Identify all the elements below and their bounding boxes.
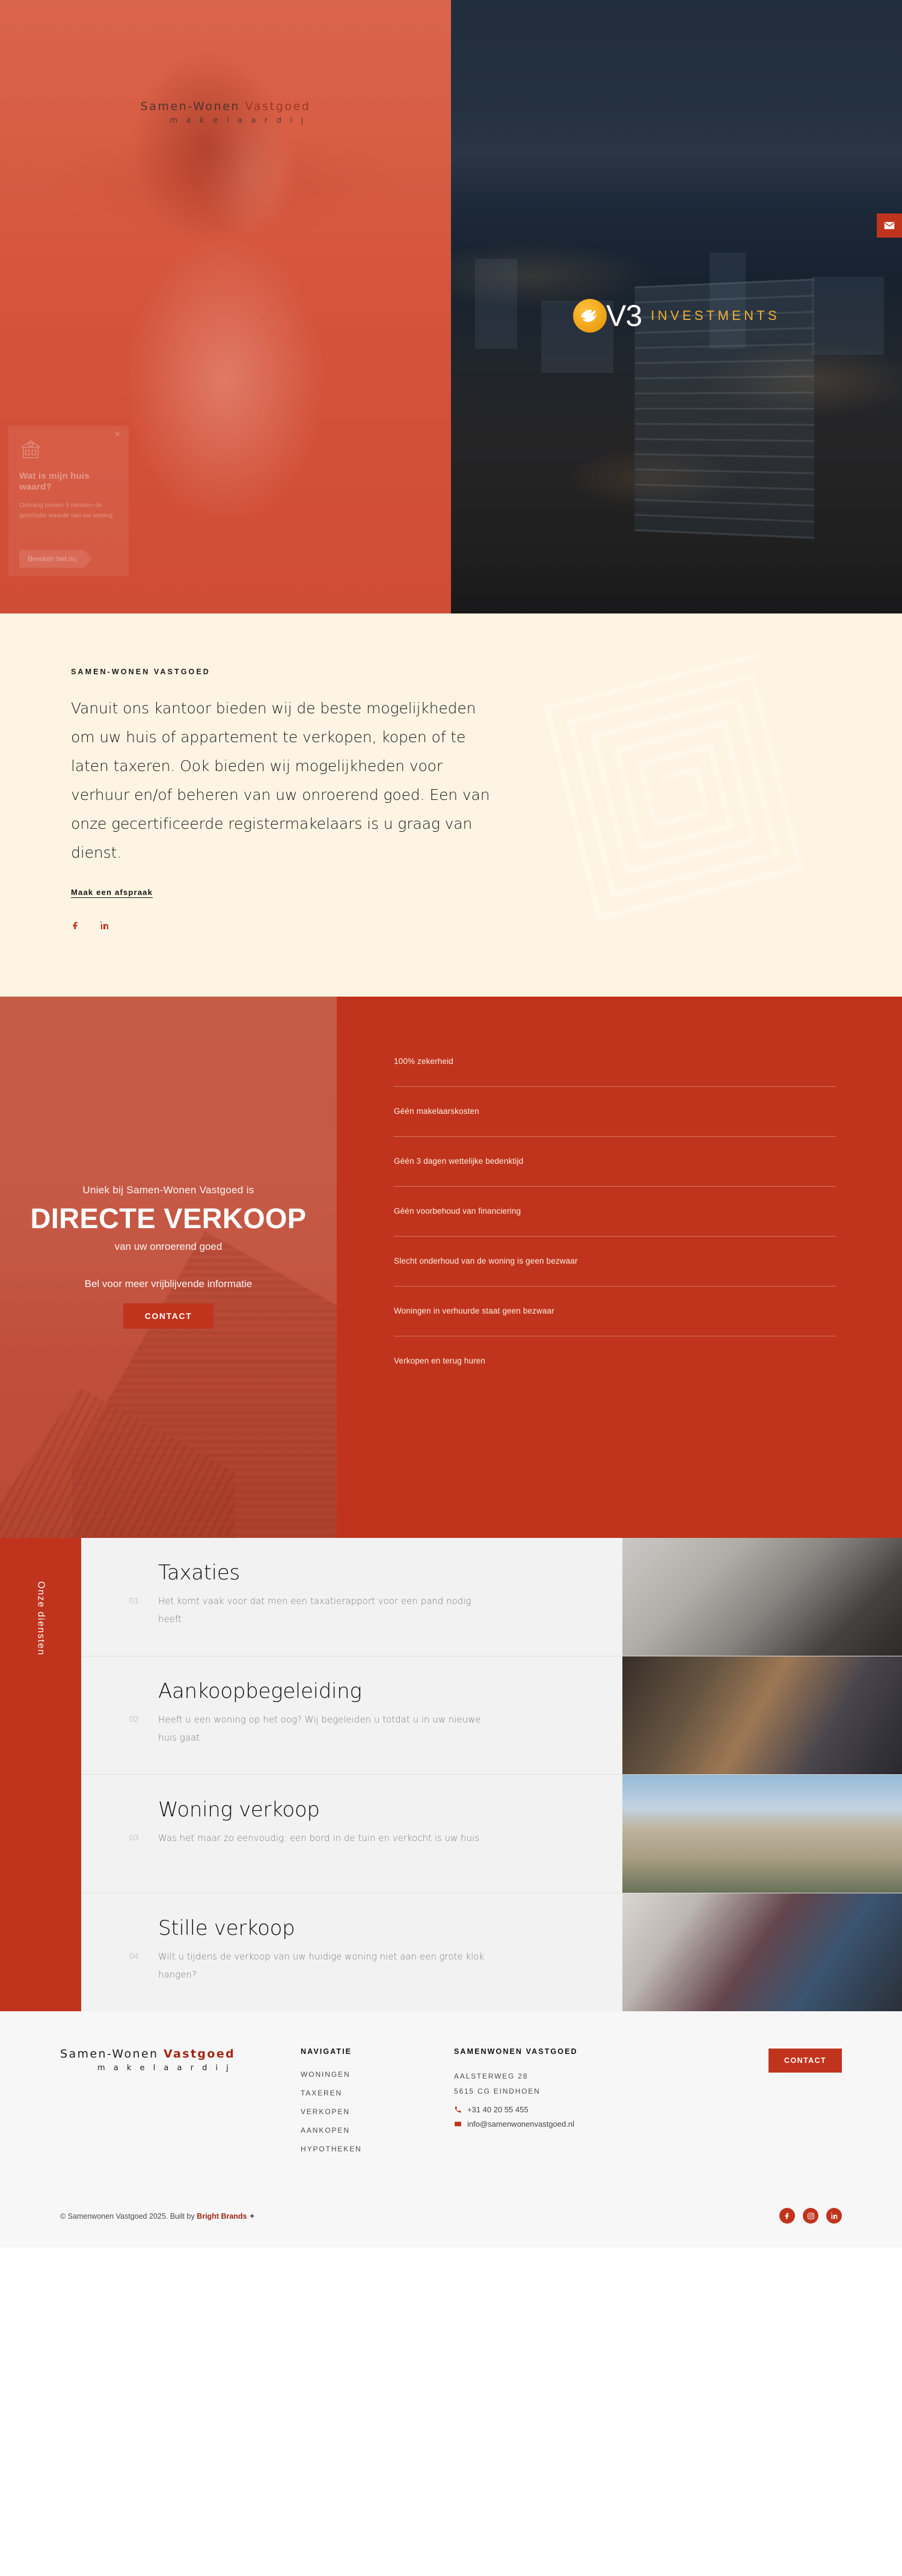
hero-left-panel: Samen-Wonen Vastgoed m a k e l a a r d i… xyxy=(0,0,451,613)
footer-brand-logo: Samen-Wonen Vastgoed m a k e l a a r d i… xyxy=(60,2047,301,2073)
copyright-prefix: © Samenwonen Vastgoed 2025. Built by xyxy=(60,2212,197,2221)
service-title: Woning verkoop xyxy=(158,1798,320,1822)
service-number: 02 xyxy=(129,1714,139,1724)
hero-right-panel: V3 INVESTMENTS xyxy=(451,0,902,613)
service-description: Wilt u tijdens de verkoop van uw huidige… xyxy=(158,1951,485,1980)
footer-phone-link[interactable]: +31 40 20 55 455 xyxy=(454,2105,754,2114)
direct-sale-title: DIRECTE VERKOOP xyxy=(30,1202,307,1234)
widget-title: Wat is mijn huis waard? xyxy=(19,471,90,493)
hero-section: Samen-Wonen Vastgoed m a k e l a a r d i… xyxy=(0,0,902,613)
direct-sale-section: Uniek bij Samen-Wonen Vastgoed is DIRECT… xyxy=(0,997,902,1538)
direct-sale-kicker: Uniek bij Samen-Wonen Vastgoed is xyxy=(82,1184,254,1196)
home-value-widget[interactable]: × Wat is mijn huis waard? Ontvang binnen… xyxy=(8,426,129,576)
service-image-valuation xyxy=(622,1538,902,1656)
close-icon[interactable]: × xyxy=(112,429,123,440)
footer-email-link[interactable]: info@samenwonenvastgoed.nl xyxy=(454,2120,754,2129)
hero-brand-logo: Samen-Wonen Vastgoed m a k e l a a r d i… xyxy=(0,100,451,125)
benefit-item: Géén 3 dagen wettelijke bedenktijd xyxy=(394,1157,836,1187)
footer-link-verkopen[interactable]: VERKOPEN xyxy=(301,2107,350,2116)
footer-logo-primary: Samen-Wonen xyxy=(60,2047,164,2061)
footer-social-links xyxy=(779,2208,842,2224)
benefit-item: Woningen in verhuurde staat geen bezwaar xyxy=(394,1306,836,1336)
service-description: Heeft u een woning op het oog? Wij begel… xyxy=(158,1714,481,1743)
benefit-item: Géén voorbehoud van financiering xyxy=(394,1207,836,1237)
footer-link-hypotheken[interactable]: HYPOTHEKEN xyxy=(301,2145,362,2153)
service-image-couple xyxy=(622,1893,902,2011)
footer-contact-heading: SAMENWONEN VASTGOED xyxy=(454,2047,578,2056)
service-image-advisors xyxy=(622,1656,902,1774)
footer-address-line2: 5615 CG EINDHOEN xyxy=(454,2087,541,2096)
linkedin-icon[interactable] xyxy=(100,921,109,930)
make-appointment-link[interactable]: Maak een afspraak xyxy=(71,888,153,897)
v3-subtitle: INVESTMENTS xyxy=(651,308,780,323)
benefit-item: Géén makelaarskosten xyxy=(394,1107,836,1137)
service-title: Aankoopbegeleiding xyxy=(158,1679,362,1703)
footer-contact-button[interactable]: CONTACT xyxy=(769,2049,842,2073)
intro-eyebrow: SAMEN-WONEN VASTGOED xyxy=(71,668,210,676)
widget-subtitle: Ontvang binnen 5 minuten de geschatte wa… xyxy=(19,501,113,519)
facebook-icon[interactable] xyxy=(71,921,81,930)
envelope-icon xyxy=(455,2122,461,2127)
instagram-icon[interactable] xyxy=(803,2208,818,2224)
copyright-brand[interactable]: Bright Brands xyxy=(197,2212,247,2221)
services-rail: Onze diensten xyxy=(0,1538,81,2011)
intro-social-links xyxy=(71,921,902,930)
footer-contact-block: SAMENWONEN VASTGOED AALSTERWEG 28 5615 C… xyxy=(454,2047,754,2134)
footer-nav-heading: NAVIGATIE xyxy=(301,2047,352,2056)
intro-section: SAMEN-WONEN VASTGOED Vanuit ons kantoor … xyxy=(0,613,902,997)
footer-link-taxeren[interactable]: TAXEREN xyxy=(301,2089,342,2097)
benefit-item: 100% zekerheid xyxy=(394,1057,836,1087)
service-image-houses xyxy=(622,1775,902,1893)
footer-address-line1: AALSTERWEG 28 xyxy=(454,2072,529,2080)
service-row[interactable]: 01 Taxaties Het komt vaak voor dat men e… xyxy=(81,1538,902,1656)
benefit-item: Slecht onderhoud van de woning is geen b… xyxy=(394,1256,836,1286)
services-section: Onze diensten 01 Taxaties Het komt vaak … xyxy=(0,1538,902,2011)
benefit-item: Verkopen en terug huren xyxy=(394,1356,486,1365)
direct-sale-call-text: Bel voor meer vrijblijvende informatie xyxy=(84,1278,253,1290)
contact-button[interactable]: CONTACT xyxy=(123,1303,214,1329)
hero-logo-line2: m a k e l a a r d i j xyxy=(170,116,307,125)
footer-logo-accent: Vastgoed xyxy=(163,2047,236,2061)
v3-investments-logo: V3 INVESTMENTS xyxy=(573,299,780,333)
benefits-list: 100% zekerheid Géén makelaarskosten Géén… xyxy=(337,997,902,1538)
direct-sale-subtitle: van uw onroerend goed xyxy=(114,1241,222,1252)
house-icon xyxy=(21,440,40,458)
footer-email-text: info@samenwonenvastgoed.nl xyxy=(467,2120,574,2129)
facebook-icon[interactable] xyxy=(779,2208,795,2224)
service-description: Het komt vaak voor dat men een taxatiera… xyxy=(158,1596,471,1625)
hero-logo-line1: Samen-Wonen Vastgoed xyxy=(0,100,451,113)
calculate-value-button[interactable]: Bereken het nu xyxy=(19,550,92,568)
v3-wordmark: V3 xyxy=(606,299,642,333)
footer-link-woningen[interactable]: WONINGEN xyxy=(301,2070,351,2079)
pegasus-icon xyxy=(573,299,607,333)
mail-button[interactable] xyxy=(877,214,902,238)
service-number: 03 xyxy=(129,1833,139,1842)
service-title: Stille verkoop xyxy=(158,1916,295,1940)
service-description: Was het maar zo eenvoudig: een bord in d… xyxy=(158,1833,480,1844)
footer-phone-text: +31 40 20 55 455 xyxy=(467,2105,529,2115)
direct-sale-banner: Uniek bij Samen-Wonen Vastgoed is DIRECT… xyxy=(0,997,337,1538)
spiral-square-decoration xyxy=(528,642,820,934)
intro-paragraph: Vanuit ons kantoor bieden wij de beste m… xyxy=(71,699,490,861)
service-row[interactable]: 03 Woning verkoop Was het maar zo eenvou… xyxy=(81,1775,902,1893)
hero-logo-primary: Samen-Wonen xyxy=(140,100,245,113)
footer-navigation: NAVIGATIE WONINGEN TAXEREN VERKOPEN AANK… xyxy=(301,2047,454,2162)
service-row[interactable]: 02 Aankoopbegeleiding Heeft u een woning… xyxy=(81,1656,902,1775)
service-number: 01 xyxy=(129,1596,139,1605)
linkedin-icon[interactable] xyxy=(826,2208,842,2224)
site-footer: Samen-Wonen Vastgoed m a k e l a a r d i… xyxy=(0,2011,902,2248)
phone-icon xyxy=(455,2107,461,2113)
service-title: Taxaties xyxy=(158,1561,240,1585)
service-row[interactable]: 04 Stille verkoop Wilt u tijdens de verk… xyxy=(81,1893,902,2011)
services-rail-label: Onze diensten xyxy=(35,1581,46,1656)
footer-logo-line2: m a k e l a a r d i j xyxy=(97,2064,232,2073)
hero-logo-accent: Vastgoed xyxy=(245,100,311,113)
copyright-text: © Samenwonen Vastgoed 2025. Built by Bri… xyxy=(60,2212,255,2221)
services-list: 01 Taxaties Het komt vaak voor dat men e… xyxy=(81,1538,902,2011)
service-number: 04 xyxy=(129,1951,139,1961)
envelope-icon xyxy=(884,222,895,229)
copyright-suffix: ✦ xyxy=(247,2212,256,2221)
footer-link-aankopen[interactable]: AANKOPEN xyxy=(301,2126,350,2135)
